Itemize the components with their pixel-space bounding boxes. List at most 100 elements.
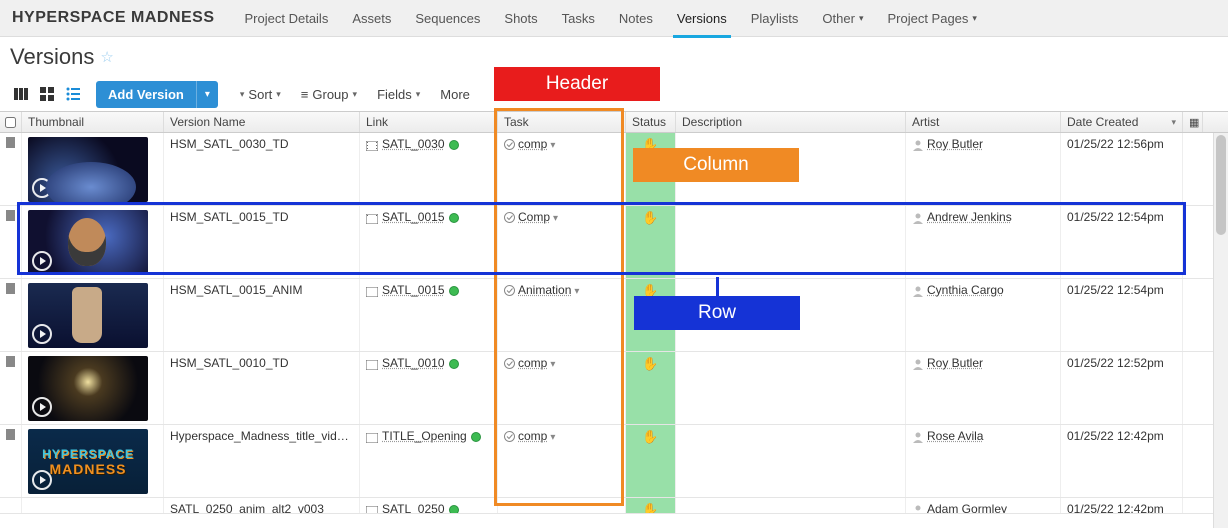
- play-icon[interactable]: [32, 251, 52, 271]
- person-icon: [912, 504, 924, 513]
- film-icon: [366, 213, 378, 223]
- table-row[interactable]: HSM_SATL_0010_TD SATL_0010 comp▾ ✋ Roy B…: [0, 352, 1228, 425]
- select-all-checkbox[interactable]: [0, 112, 22, 132]
- row-checkbox[interactable]: [6, 429, 15, 440]
- thumbnail[interactable]: [28, 137, 148, 202]
- row-checkbox[interactable]: [6, 283, 15, 294]
- task-link[interactable]: comp: [518, 356, 547, 370]
- fields-button[interactable]: Fields▾: [369, 83, 428, 106]
- play-icon[interactable]: [32, 470, 52, 490]
- task-caret-icon: ▾: [553, 213, 558, 224]
- project-name: HYPERSPACE MADNESS: [12, 9, 215, 27]
- date-text: 01/25/22 12:42pm: [1067, 429, 1164, 443]
- play-icon[interactable]: [32, 178, 52, 198]
- link-text[interactable]: SATL_0010: [382, 356, 445, 370]
- top-nav: HYPERSPACE MADNESS Project Details Asset…: [0, 0, 1228, 37]
- thumbnail[interactable]: [28, 283, 148, 348]
- hand-icon: ✋: [642, 502, 658, 513]
- task-link[interactable]: comp: [518, 429, 547, 443]
- chevron-down-icon: ▾: [972, 13, 977, 24]
- toolbar: Add Version ▾ ▾Sort▾ ≡Group▾ Fields▾ Mor…: [0, 77, 1228, 111]
- nav-assets[interactable]: Assets: [340, 0, 403, 37]
- table-row[interactable]: SATL_0250_anim_alt2_v003 SATL_0250 ✋ Ada…: [0, 498, 1228, 514]
- nav-versions[interactable]: Versions: [665, 0, 739, 37]
- task-caret-icon: ▾: [550, 359, 555, 370]
- play-icon[interactable]: [32, 324, 52, 344]
- link-text[interactable]: SATL_0250: [382, 502, 445, 513]
- table-row[interactable]: HSM_SATL_0015_ANIM SATL_0015 Animation▾ …: [0, 279, 1228, 352]
- nav-sequences[interactable]: Sequences: [403, 0, 492, 37]
- add-column-button[interactable]: ▦: [1183, 112, 1203, 132]
- star-icon[interactable]: ☆: [100, 48, 113, 66]
- nav-project-pages[interactable]: Project Pages▾: [875, 0, 988, 37]
- col-date-created[interactable]: Date Created▾: [1061, 112, 1183, 132]
- nav-project-details[interactable]: Project Details: [233, 0, 341, 37]
- table-row[interactable]: HYPERSPACEMADNESS Hyperspace_Madness_tit…: [0, 425, 1228, 498]
- version-name: SATL_0250_anim_alt2_v003: [164, 498, 360, 513]
- col-status[interactable]: Status: [626, 112, 676, 132]
- play-icon[interactable]: [32, 397, 52, 417]
- more-button[interactable]: More: [432, 83, 478, 106]
- nav-notes[interactable]: Notes: [607, 0, 665, 37]
- view-grid-button[interactable]: [34, 81, 60, 107]
- sort-button[interactable]: ▾Sort▾: [232, 83, 289, 106]
- artist-link[interactable]: Roy Butler: [927, 356, 983, 370]
- description-cell: [676, 206, 906, 278]
- artist-link[interactable]: Andrew Jenkins: [927, 210, 1012, 224]
- task-link[interactable]: Animation: [518, 283, 571, 297]
- grid-header: Thumbnail Version Name Link Task Status …: [0, 111, 1228, 133]
- sort-icon: ▾: [240, 89, 245, 100]
- task-link[interactable]: Comp: [518, 210, 550, 224]
- description-cell: [676, 133, 906, 205]
- link-text[interactable]: SATL_0030: [382, 137, 445, 151]
- table-row[interactable]: HSM_SATL_0030_TD SATL_0030 comp▾ ✋ Roy B…: [0, 133, 1228, 206]
- view-column-button[interactable]: [8, 81, 34, 107]
- artist-link[interactable]: Cynthia Cargo: [927, 283, 1004, 297]
- hand-icon: ✋: [642, 210, 658, 226]
- add-version-dropdown[interactable]: ▾: [196, 81, 218, 108]
- col-description[interactable]: Description: [676, 112, 906, 132]
- col-task[interactable]: Task: [498, 112, 626, 132]
- check-icon: [504, 285, 515, 296]
- scrollbar-thumb[interactable]: [1216, 135, 1226, 235]
- film-icon: [366, 505, 378, 513]
- col-link[interactable]: Link: [360, 112, 498, 132]
- col-thumbnail[interactable]: Thumbnail: [22, 112, 164, 132]
- row-checkbox[interactable]: [6, 356, 15, 367]
- row-checkbox[interactable]: [6, 210, 15, 221]
- col-artist[interactable]: Artist: [906, 112, 1061, 132]
- description-cell: [676, 279, 906, 351]
- view-list-button[interactable]: [60, 81, 86, 107]
- link-text[interactable]: SATL_0015: [382, 210, 445, 224]
- hand-icon: ✋: [642, 137, 658, 153]
- film-icon: [366, 432, 378, 442]
- status-dot-icon: [449, 505, 459, 513]
- task-caret-icon: ▾: [550, 432, 555, 443]
- nav-shots[interactable]: Shots: [492, 0, 549, 37]
- vertical-scrollbar[interactable]: [1213, 133, 1228, 528]
- link-text[interactable]: SATL_0015: [382, 283, 445, 297]
- row-checkbox[interactable]: [6, 137, 15, 148]
- add-version-button[interactable]: Add Version: [96, 81, 196, 108]
- nav-playlists[interactable]: Playlists: [739, 0, 811, 37]
- artist-link[interactable]: Adam Gormley: [927, 502, 1007, 513]
- thumbnail[interactable]: [28, 210, 148, 275]
- nav-other[interactable]: Other▾: [810, 0, 875, 37]
- version-name: HSM_SATL_0015_ANIM: [164, 279, 360, 351]
- task-link[interactable]: comp: [518, 137, 547, 151]
- group-button[interactable]: ≡Group▾: [293, 83, 365, 106]
- table-row[interactable]: HSM_SATL_0015_TD SATL_0015 Comp▾ ✋ Andre…: [0, 206, 1228, 279]
- link-text[interactable]: TITLE_Opening: [382, 429, 467, 443]
- nav-tasks[interactable]: Tasks: [550, 0, 607, 37]
- check-icon: [504, 212, 515, 223]
- col-version-name[interactable]: Version Name: [164, 112, 360, 132]
- thumbnail[interactable]: HYPERSPACEMADNESS: [28, 429, 148, 494]
- thumbnail[interactable]: [28, 356, 148, 421]
- hand-icon: ✋: [642, 283, 658, 299]
- date-text: 01/25/22 12:54pm: [1067, 210, 1164, 224]
- artist-link[interactable]: Rose Avila: [927, 429, 983, 443]
- artist-link[interactable]: Roy Butler: [927, 137, 983, 151]
- check-icon: [504, 139, 515, 150]
- date-text: 01/25/22 12:54pm: [1067, 283, 1164, 297]
- person-icon: [912, 431, 924, 443]
